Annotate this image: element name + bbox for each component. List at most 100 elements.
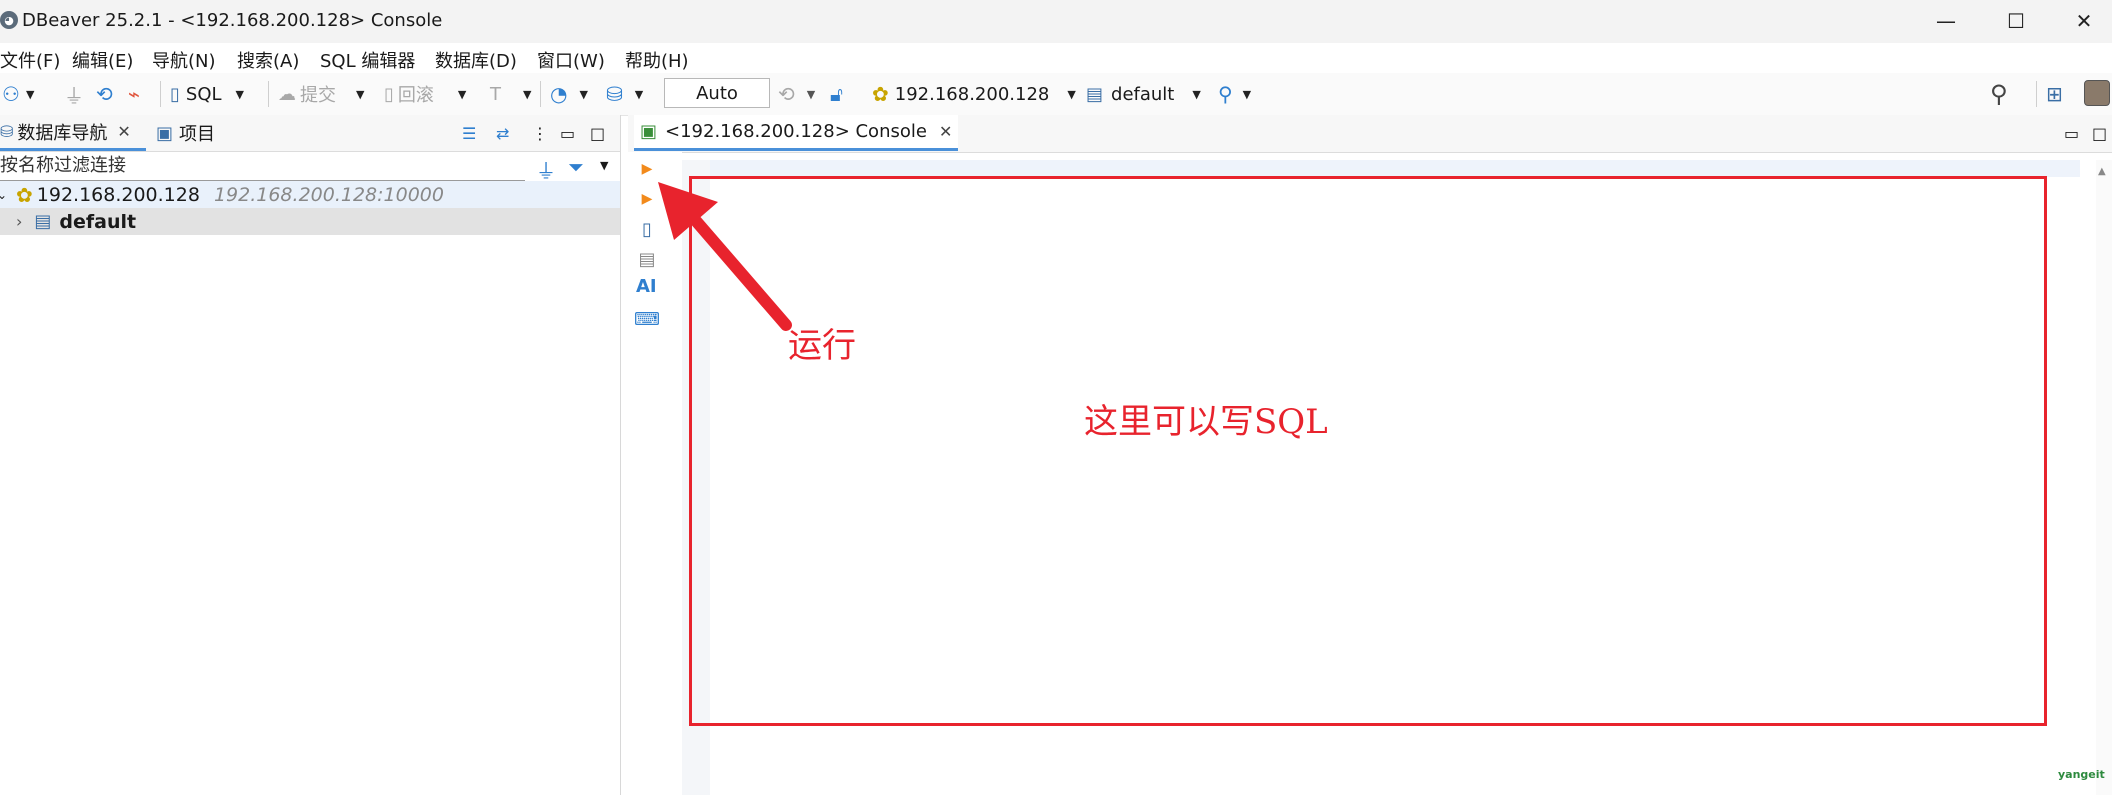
- lock-button[interactable]: 🔓︎: [830, 73, 843, 115]
- global-search-button[interactable]: ⚲: [1990, 73, 2008, 115]
- perspective-button[interactable]: ⊞: [2046, 73, 2063, 115]
- collapse-icon: ☰: [462, 123, 477, 143]
- scroll-up-icon[interactable]: ▲: [2098, 166, 2106, 177]
- history-button[interactable]: ⟲ ▼: [778, 73, 815, 115]
- close-icon[interactable]: ✕: [117, 122, 130, 141]
- chevron-down-icon: ▼: [235, 87, 244, 101]
- menu-file[interactable]: 文件(F): [0, 47, 60, 73]
- maximize-editor-button[interactable]: □: [2092, 115, 2107, 151]
- maximize-icon: □: [2092, 123, 2108, 143]
- minimize-icon: ▭: [560, 123, 576, 143]
- gauge-icon: ◔: [550, 82, 568, 106]
- menu-search[interactable]: 搜索(A): [237, 47, 299, 73]
- filter-connected-button[interactable]: ⏚: [536, 155, 556, 184]
- commit-label: 提交: [300, 85, 336, 106]
- datasource-label: 192.168.200.128: [894, 83, 1050, 105]
- chevron-down-icon: ▼: [634, 87, 644, 101]
- user-avatar[interactable]: [2084, 80, 2110, 106]
- maximize-view-button[interactable]: □: [590, 115, 605, 151]
- new-connection-button[interactable]: ⚇ ▼: [2, 73, 34, 115]
- collapse-all-button[interactable]: ☰: [462, 115, 476, 151]
- menu-help[interactable]: 帮助(H): [625, 47, 689, 73]
- minimize-editor-button[interactable]: ▭: [2064, 115, 2079, 151]
- transaction-log-button[interactable]: T ▼: [490, 73, 531, 115]
- expand-chevron-icon[interactable]: ⌄: [0, 188, 8, 202]
- dbeaver-logo-icon: ◕: [0, 11, 18, 29]
- sql-button-label: SQL: [185, 83, 222, 105]
- rollback-label: 回滚: [397, 85, 434, 106]
- chevron-down-icon: ▼: [1067, 87, 1076, 101]
- execute-script-button[interactable]: ▶: [636, 188, 658, 210]
- cloud-upload-icon: ☁: [278, 83, 296, 105]
- editor-current-line[interactable]: [710, 160, 2080, 177]
- maximize-icon: □: [590, 123, 606, 143]
- hive-datasource-icon: ✿: [872, 82, 889, 106]
- rollback-button[interactable]: ▯ 回滚 ▼: [384, 73, 466, 115]
- console-icon: ▣: [640, 121, 658, 142]
- terminal-button[interactable]: ⌨: [634, 308, 660, 330]
- filter-settings-button[interactable]: ⏷: [568, 155, 584, 179]
- chevron-down-icon: ▼: [523, 87, 532, 101]
- project-icon: ▣: [156, 122, 174, 144]
- connection-name: 192.168.200.128: [36, 183, 200, 206]
- chevron-down-icon: ▼: [806, 87, 816, 101]
- menu-window[interactable]: 窗口(W): [537, 47, 605, 73]
- editor-vertical-scrollbar[interactable]: ▲: [2096, 160, 2112, 795]
- database-icon: ⛁: [0, 122, 14, 141]
- tools-button[interactable]: ⛁ ▼: [606, 73, 643, 115]
- link-icon: ⇄: [496, 123, 510, 143]
- execute-statement-button[interactable]: ▶: [636, 158, 658, 180]
- refresh-plug-icon: ⟲: [96, 82, 113, 106]
- toolbar-separator: [540, 81, 541, 107]
- reconnect-button[interactable]: ⟲: [96, 73, 113, 115]
- active-schema-selector[interactable]: ▤ default ▼: [1086, 73, 1201, 115]
- disconnect-button[interactable]: ⌁: [128, 73, 140, 115]
- ai-assistant-button[interactable]: AI: [636, 276, 662, 300]
- tab-projects-label: 项目: [179, 124, 216, 145]
- search-dropdown-button[interactable]: ⚲ ▼: [1218, 73, 1251, 115]
- connect-button[interactable]: ⏚: [64, 73, 84, 115]
- close-button[interactable]: ✕: [2064, 6, 2104, 36]
- connection-filter-input[interactable]: 按名称过滤连接: [0, 152, 525, 181]
- database-tools-icon: ⛁: [606, 82, 623, 106]
- main-toolbar: ⚇ ▼ ⏚ ⟲ ⌁ ▯ SQL ▼ ☁ 提交 ▼ ▯ 回滚 ▼ T ▼ ◔ ▼ ⛁ ▼ Auto ⟲…: [0, 73, 2112, 116]
- collapse-chevron-icon[interactable]: ›: [16, 212, 22, 231]
- tree-connection-row[interactable]: ⌄ ✿ 192.168.200.128 192.168.200.128:1000…: [0, 181, 620, 208]
- history-icon: ⟲: [778, 82, 795, 106]
- editor-tabs: ▣ <192.168.200.128> Console ✕ ▭ □: [628, 115, 2112, 153]
- active-datasource-selector[interactable]: ✿ 192.168.200.128 ▼: [872, 73, 1076, 115]
- hive-datasource-icon: ✿: [16, 182, 33, 207]
- toolbar-separator: [160, 81, 161, 107]
- maximize-button[interactable]: ☐: [1996, 6, 2036, 36]
- load-script-button[interactable]: ▤: [636, 248, 658, 270]
- commit-button[interactable]: ☁ 提交 ▼: [278, 73, 364, 115]
- database-navigator-panel: ⛁ 数据库导航 ✕ ▣ 项目 ☰ ⇄ ⋮ ▭ □ 按名称过滤连接 ⏚ ⏷ ▼ ⌄ ✿ …: [0, 115, 621, 795]
- menu-sql-editor[interactable]: SQL 编辑器: [320, 47, 415, 73]
- chevron-down-icon: ▼: [25, 87, 35, 101]
- tree-schema-row[interactable]: › ▤ default: [0, 208, 620, 235]
- schema-name: default: [59, 210, 137, 233]
- tab-console[interactable]: ▣ <192.168.200.128> Console ✕: [634, 115, 959, 151]
- menu-database[interactable]: 数据库(D): [435, 47, 517, 73]
- tab-database-navigator[interactable]: ⛁ 数据库导航 ✕: [0, 115, 146, 151]
- performance-button[interactable]: ◔ ▼: [550, 73, 588, 115]
- chevron-down-icon[interactable]: ▼: [600, 159, 608, 172]
- explain-plan-button[interactable]: ▯: [636, 218, 658, 240]
- close-icon[interactable]: ✕: [939, 122, 952, 141]
- minimize-view-button[interactable]: ▭: [560, 115, 575, 151]
- link-editor-button[interactable]: ⇄: [496, 115, 509, 151]
- plug-icon: ⏚: [64, 83, 84, 108]
- minimize-button[interactable]: —: [1926, 6, 1966, 36]
- chevron-down-icon: ▼: [1192, 87, 1201, 101]
- tab-projects[interactable]: ▣ 项目: [156, 115, 215, 151]
- sql-script-icon: ▯: [170, 83, 180, 105]
- transaction-mode-field[interactable]: Auto: [664, 78, 770, 108]
- run-annotation-label: 运行: [788, 326, 856, 366]
- chevron-down-icon: ▼: [1242, 87, 1252, 101]
- sql-editor-button[interactable]: ▯ SQL ▼: [170, 73, 244, 115]
- menu-edit[interactable]: 编辑(E): [72, 47, 133, 73]
- view-menu-button[interactable]: ⋮: [532, 115, 548, 151]
- menu-navigate[interactable]: 导航(N): [152, 47, 216, 73]
- chevron-down-icon: ▼: [579, 87, 588, 101]
- toolbar-separator: [268, 81, 269, 107]
